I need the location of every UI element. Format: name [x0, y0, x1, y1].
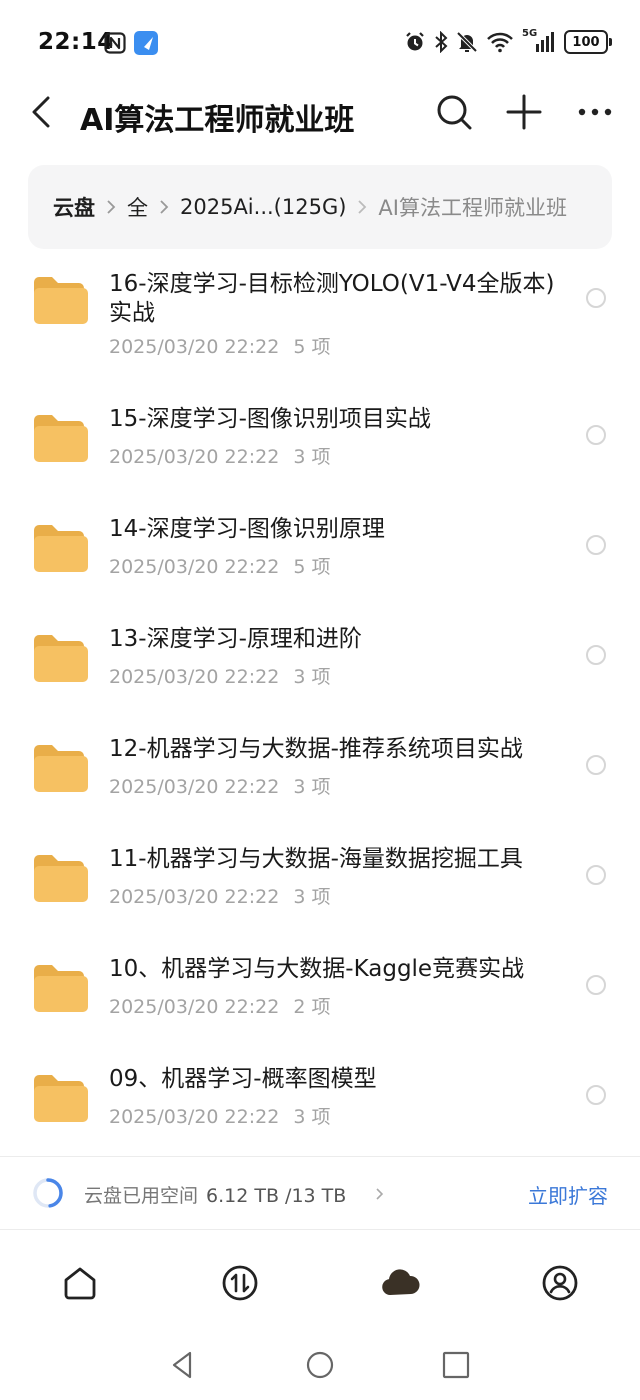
page-title: AI算法工程师就业班	[80, 103, 355, 138]
list-item[interactable]: 14-深度学习-图像识别原理 2025/03/20 22:22 5 项	[0, 500, 640, 610]
bottom-nav	[0, 1231, 640, 1331]
add-icon[interactable]	[504, 92, 544, 132]
folder-icon	[34, 415, 88, 462]
status-bar: 22:14 5G 100	[0, 0, 640, 86]
app-notification-icon	[134, 31, 158, 55]
folder-icon	[34, 525, 88, 572]
folder-icon	[34, 635, 88, 682]
select-radio[interactable]	[586, 535, 606, 555]
file-name: 12-机器学习与大数据-推荐系统项目实战	[109, 736, 523, 762]
list-item[interactable]: 09、机器学习-概率图模型 2025/03/20 22:22 3 项	[0, 1050, 640, 1156]
file-date: 2025/03/20 22:22	[109, 776, 280, 798]
list-item[interactable]: 13-深度学习-原理和进阶 2025/03/20 22:22 3 项	[0, 610, 640, 720]
profile-icon[interactable]	[540, 1263, 580, 1303]
file-count: 2 项	[293, 996, 331, 1018]
file-date: 2025/03/20 22:22	[109, 666, 280, 688]
battery-level: 100	[572, 34, 600, 50]
list-item[interactable]: 12-机器学习与大数据-推荐系统项目实战 2025/03/20 22:22 3 项	[0, 720, 640, 830]
search-icon[interactable]	[434, 92, 474, 132]
list-item[interactable]: 11-机器学习与大数据-海量数据挖掘工具 2025/03/20 22:22 3 项	[0, 830, 640, 940]
chevron-right-icon	[107, 200, 116, 214]
battery-icon: 100	[564, 30, 612, 54]
file-name: 13-深度学习-原理和进阶	[109, 626, 362, 652]
file-name: 14-深度学习-图像识别原理	[109, 516, 385, 542]
storage-used: 6.12 TB /13 TB	[206, 1185, 347, 1207]
storage-label: 云盘已用空间	[84, 1185, 199, 1207]
select-radio[interactable]	[586, 975, 606, 995]
screen: 22:14 5G 100 AI算法工程师就业班 云盘 全 2025Ai...(1…	[0, 0, 640, 1400]
file-name: 15-深度学习-图像识别项目实战	[109, 406, 431, 432]
home-icon[interactable]	[60, 1263, 100, 1303]
file-name: 10、机器学习与大数据-Kaggle竞赛实战	[109, 956, 525, 982]
file-count: 3 项	[293, 776, 331, 798]
bluetooth-icon	[435, 31, 448, 53]
file-date: 2025/03/20 22:22	[109, 886, 280, 908]
file-date: 2025/03/20 22:22	[109, 446, 280, 468]
nav-home-icon[interactable]	[305, 1350, 335, 1380]
more-options-icon[interactable]	[576, 92, 616, 132]
select-radio[interactable]	[586, 288, 606, 308]
cloud-icon[interactable]	[380, 1263, 420, 1303]
transfer-icon[interactable]	[220, 1263, 260, 1303]
nfc-icon	[104, 32, 126, 54]
breadcrumb-item-current: AI算法工程师就业班	[378, 196, 567, 220]
file-date: 2025/03/20 22:22	[109, 996, 280, 1018]
breadcrumb: 云盘 全 2025Ai...(125G) AI算法工程师就业班	[28, 165, 612, 249]
file-name: 11-机器学习与大数据-海量数据挖掘工具	[109, 846, 523, 872]
alarm-icon	[406, 32, 424, 51]
chevron-right-icon	[376, 1188, 384, 1200]
file-date: 2025/03/20 22:22	[109, 1106, 280, 1128]
file-date: 2025/03/20 22:22	[109, 556, 280, 578]
file-meta: 2025/03/20 22:22 3 项	[109, 662, 330, 689]
storage-bar[interactable]: 云盘已用空间 6.12 TB /13 TB 立即扩容	[0, 1156, 640, 1230]
wifi-icon	[487, 32, 513, 53]
chevron-right-icon	[358, 200, 367, 214]
file-name: 09、机器学习-概率图模型	[109, 1066, 377, 1092]
list-item[interactable]: 16-深度学习-目标检测YOLO(V1-V4全版本)实战 2025/03/20 …	[0, 250, 640, 390]
expand-storage-link[interactable]: 立即扩容	[528, 1180, 608, 1209]
file-meta: 2025/03/20 22:22 2 项	[109, 992, 330, 1019]
nav-recents-icon[interactable]	[441, 1350, 471, 1380]
folder-icon	[34, 965, 88, 1012]
file-count: 5 项	[293, 336, 331, 358]
nav-back-icon[interactable]	[168, 1350, 198, 1380]
chevron-right-icon	[160, 200, 169, 214]
file-meta: 2025/03/20 22:22 5 项	[109, 552, 330, 579]
file-count: 3 项	[293, 886, 331, 908]
list-item[interactable]: 15-深度学习-图像识别项目实战 2025/03/20 22:22 3 项	[0, 390, 640, 500]
select-radio[interactable]	[586, 865, 606, 885]
storage-info: 云盘已用空间 6.12 TB /13 TB	[84, 1181, 346, 1208]
file-date: 2025/03/20 22:22	[109, 336, 280, 358]
folder-icon	[34, 855, 88, 902]
cellular-signal-icon: 5G	[522, 28, 556, 54]
file-meta: 2025/03/20 22:22 5 项	[109, 332, 330, 359]
storage-usage-ring-icon	[33, 1178, 63, 1208]
status-time: 22:14	[38, 29, 114, 55]
file-meta: 2025/03/20 22:22 3 项	[109, 772, 330, 799]
select-radio[interactable]	[586, 425, 606, 445]
folder-icon	[34, 745, 88, 792]
file-name: 16-深度学习-目标检测YOLO(V1-V4全版本)实战	[109, 271, 555, 326]
breadcrumb-item-all[interactable]: 全	[127, 192, 148, 222]
folder-icon	[34, 1075, 88, 1122]
mute-icon	[456, 31, 478, 53]
list-item[interactable]: 10、机器学习与大数据-Kaggle竞赛实战 2025/03/20 22:22 2…	[0, 940, 640, 1050]
app-header: AI算法工程师就业班	[0, 86, 640, 142]
folder-icon	[34, 277, 88, 324]
select-radio[interactable]	[586, 755, 606, 775]
file-count: 3 项	[293, 1106, 331, 1128]
file-count: 3 项	[293, 666, 331, 688]
file-count: 5 项	[293, 556, 331, 578]
file-meta: 2025/03/20 22:22 3 项	[109, 882, 330, 909]
select-radio[interactable]	[586, 1085, 606, 1105]
breadcrumb-item-folder[interactable]: 2025Ai...(125G)	[180, 195, 346, 219]
select-radio[interactable]	[586, 645, 606, 665]
back-arrow-icon[interactable]	[26, 92, 60, 132]
file-meta: 2025/03/20 22:22 3 项	[109, 442, 330, 469]
file-count: 3 项	[293, 446, 331, 468]
breadcrumb-item-cloud[interactable]: 云盘	[53, 192, 95, 222]
file-meta: 2025/03/20 22:22 3 项	[109, 1102, 330, 1129]
system-nav-bar	[0, 1332, 640, 1400]
